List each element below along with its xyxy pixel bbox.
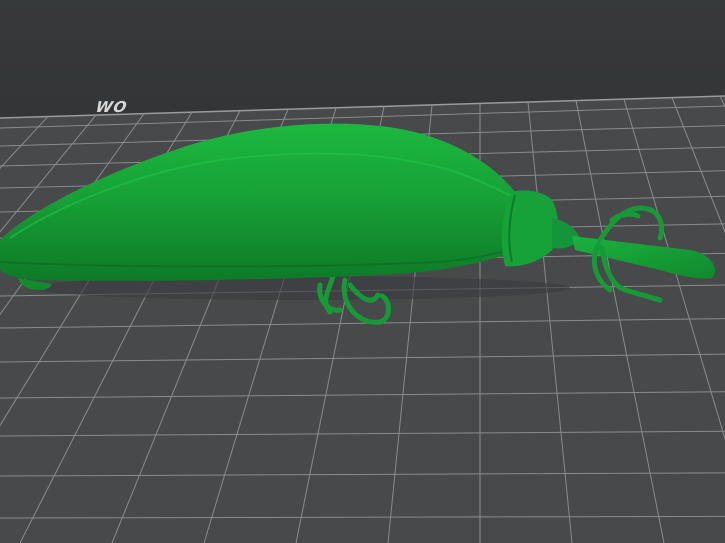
viewport-scene[interactable] bbox=[0, 0, 725, 543]
3d-viewport[interactable]: WO bbox=[0, 0, 725, 543]
printer-brand-logo-icon: WO bbox=[94, 98, 130, 116]
